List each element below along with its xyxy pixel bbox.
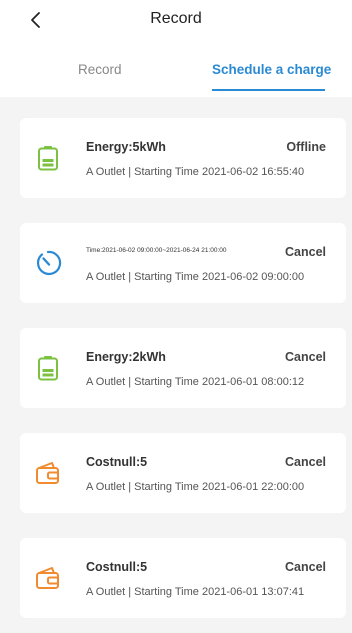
status-label: Offline [286,140,326,154]
record-headline: Time:2021-06-02 09:00:00~2021-06-24 21:0… [86,247,227,254]
record-detail: A Outlet | Starting Time 2021-06-01 08:0… [86,376,305,388]
record-detail: A Outlet | Starting Time 2021-06-01 13:0… [86,586,305,598]
record-detail: A Outlet | Starting Time 2021-06-02 16:5… [86,166,305,178]
record-detail: A Outlet | Starting Time 2021-06-01 22:0… [86,481,305,493]
top-bar: Record Record Schedule a charge [0,0,352,97]
battery-icon [34,144,62,172]
record-card[interactable]: Costnull:5 Cancel A Outlet | Starting Ti… [20,538,346,618]
active-tab-indicator [212,89,325,91]
page-title: Record [150,10,202,27]
record-headline: Costnull:5 [86,560,148,574]
cancel-button[interactable]: Cancel [285,350,326,364]
timer-icon [34,249,62,277]
cancel-button[interactable]: Cancel [285,245,326,259]
record-headline: Energy:2kWh [86,350,166,364]
tab-bar: Record Schedule a charge [0,58,352,96]
tab-record[interactable]: Record [78,62,122,77]
record-card[interactable]: Energy:5kWh Offline A Outlet | Starting … [20,118,346,198]
cancel-button[interactable]: Cancel [285,455,326,469]
record-card[interactable]: Costnull:5 Cancel A Outlet | Starting Ti… [20,433,346,513]
record-card[interactable]: Time:2021-06-02 09:00:00~2021-06-24 21:0… [20,223,346,303]
tab-schedule-a-charge[interactable]: Schedule a charge [212,62,331,77]
wallet-icon [34,459,62,487]
cancel-button[interactable]: Cancel [285,560,326,574]
record-headline: Costnull:5 [86,455,148,469]
wallet-icon [34,564,62,592]
record-detail: A Outlet | Starting Time 2021-06-02 09:0… [86,271,305,283]
record-headline: Energy:5kWh [86,140,166,154]
battery-icon [34,354,62,382]
record-card[interactable]: Energy:2kWh Cancel A Outlet | Starting T… [20,328,346,408]
